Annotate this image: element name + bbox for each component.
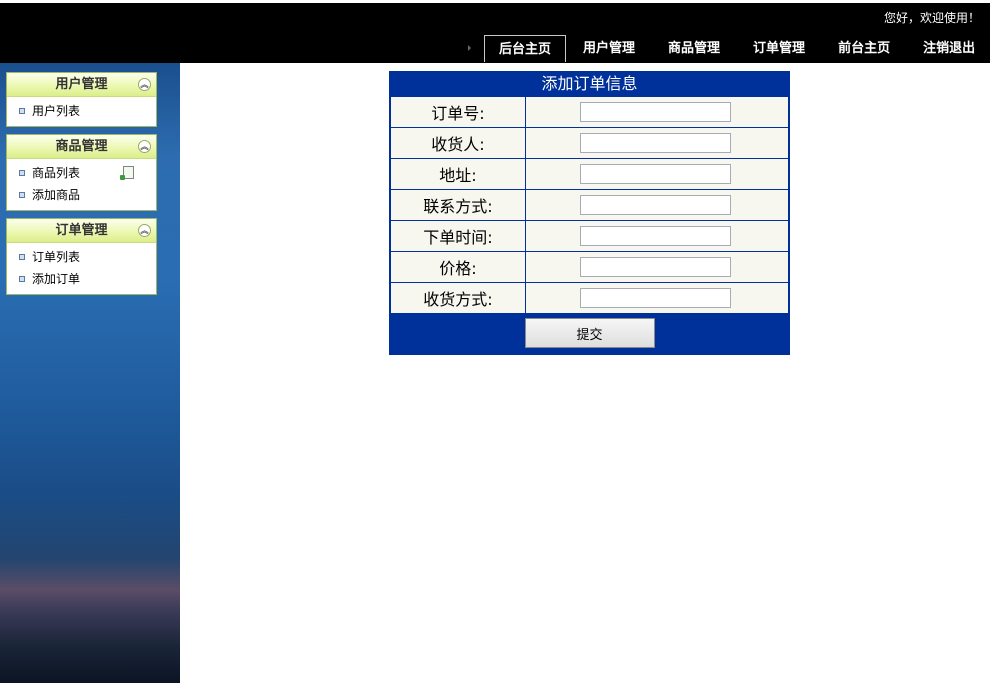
order-number-input[interactable] [580, 102, 731, 122]
nav-order-management[interactable]: 订单管理 [739, 35, 819, 62]
menu-title: 订单管理 [55, 223, 108, 238]
bullet-icon [19, 169, 25, 176]
bullet-icon [19, 191, 25, 198]
add-order-form: 添加订单信息 订单号: 收货人: 地址: 联系方式: 下单时间: 价格: 收货方… [389, 71, 790, 355]
menu-item-label: 订单列表 [32, 250, 81, 264]
collapse-icon[interactable]: ︽ [138, 224, 151, 237]
submit-row: 提交 [389, 314, 790, 352]
order-time-input[interactable] [580, 226, 731, 246]
document-icon [120, 166, 134, 180]
form-row-order-time: 下单时间: [390, 220, 789, 252]
menu-item-add-order[interactable]: 添加订单 [7, 268, 156, 290]
form-row-address: 地址: [390, 158, 789, 190]
nav-product-management[interactable]: 商品管理 [654, 35, 734, 62]
field-label: 下单时间: [390, 220, 526, 252]
menu-item-order-list[interactable]: 订单列表 [7, 246, 156, 268]
menu-title: 用户管理 [55, 77, 108, 92]
menu-item-label: 添加商品 [32, 188, 81, 202]
form-row-price: 价格: [390, 251, 789, 283]
nav-arrow-icon [468, 45, 471, 51]
nav-frontend-home[interactable]: 前台主页 [824, 35, 904, 62]
field-label: 收货人: [390, 127, 526, 159]
greeting-text: 您好，欢迎使用！ [883, 11, 980, 25]
menu-title: 商品管理 [55, 139, 108, 154]
menu-item-label: 添加订单 [32, 272, 81, 286]
field-label: 地址: [390, 158, 526, 190]
menu-user-management: 用户管理 ︽ 用户列表 [6, 72, 157, 127]
address-input[interactable] [580, 164, 731, 184]
form-table: 订单号: 收货人: 地址: 联系方式: 下单时间: 价格: 收货方式: [390, 96, 789, 314]
menu-item-label: 商品列表 [32, 166, 81, 180]
menu-order-management: 订单管理 ︽ 订单列表 添加订单 [6, 218, 157, 295]
top-bar: 您好，欢迎使用！ 后台主页 用户管理 商品管理 订单管理 前台主页 注销退出 [0, 3, 990, 63]
consignee-input[interactable] [580, 133, 731, 153]
menu-product-management: 商品管理 ︽ 商品列表 添加商品 [6, 134, 157, 211]
main-nav: 后台主页 用户管理 商品管理 订单管理 前台主页 注销退出 [468, 32, 990, 62]
delivery-method-input[interactable] [580, 288, 731, 308]
form-row-contact: 联系方式: [390, 189, 789, 221]
bullet-icon [19, 275, 25, 282]
form-title: 添加订单信息 [541, 74, 638, 93]
collapse-icon[interactable]: ︽ [138, 78, 151, 91]
menu-header[interactable]: 用户管理 ︽ [7, 73, 156, 97]
price-input[interactable] [580, 257, 731, 277]
menu-item-user-list[interactable]: 用户列表 [7, 100, 156, 122]
menu-header[interactable]: 商品管理 ︽ [7, 135, 156, 159]
nav-logout[interactable]: 注销退出 [909, 35, 989, 62]
submit-button[interactable]: 提交 [524, 318, 655, 348]
sidebar: 用户管理 ︽ 用户列表 商品管理 ︽ 商品列表 添加商品 订单管理 ︽ 订单列表… [0, 63, 180, 683]
field-label: 收货方式: [390, 282, 526, 314]
menu-header[interactable]: 订单管理 ︽ [7, 219, 156, 243]
field-label: 联系方式: [390, 189, 526, 221]
contact-input[interactable] [580, 195, 731, 215]
form-row-delivery-method: 收货方式: [390, 282, 789, 314]
menu-item-add-product[interactable]: 添加商品 [7, 184, 156, 206]
field-label: 价格: [390, 251, 526, 283]
field-label: 订单号: [390, 96, 526, 128]
nav-user-management[interactable]: 用户管理 [569, 35, 649, 62]
menu-item-label: 用户列表 [32, 104, 81, 118]
form-row-consignee: 收货人: [390, 127, 789, 159]
bullet-icon [19, 253, 25, 260]
menu-item-product-list[interactable]: 商品列表 [7, 162, 156, 184]
collapse-icon[interactable]: ︽ [138, 140, 151, 153]
bullet-icon [19, 107, 25, 114]
nav-backend-home[interactable]: 后台主页 [484, 35, 567, 62]
form-row-order-number: 订单号: [390, 96, 789, 128]
